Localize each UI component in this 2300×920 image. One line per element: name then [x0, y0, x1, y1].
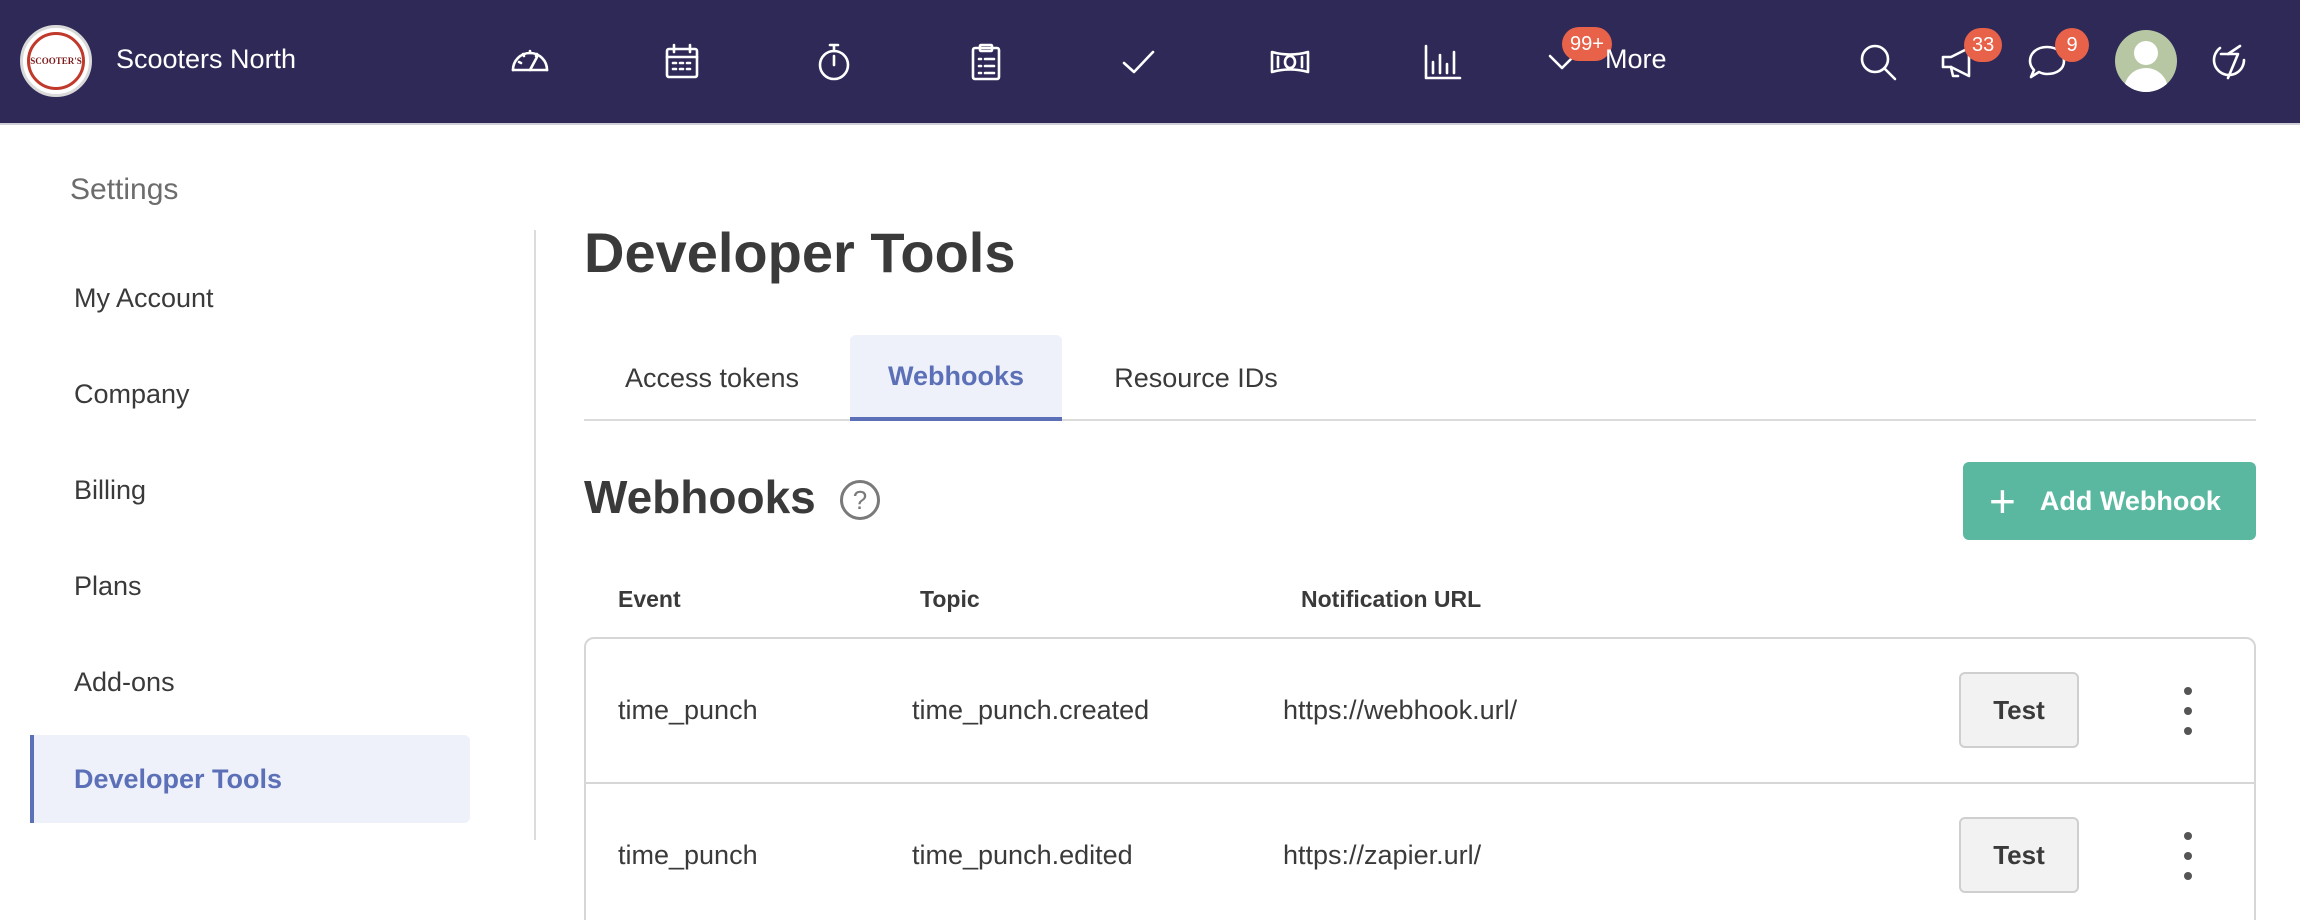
column-header-notification-url: Notification URL	[1301, 586, 1482, 612]
brand-seven-icon[interactable]	[2204, 38, 2252, 86]
calendar-icon[interactable]	[658, 38, 706, 86]
announcements-badge: 33	[1964, 28, 2003, 62]
add-webhook-button[interactable]: + Add Webhook	[1963, 462, 2256, 540]
sidebar-item-add-ons[interactable]: Add-ons	[30, 638, 470, 726]
column-header-event: Event	[618, 586, 681, 612]
stopwatch-icon[interactable]	[810, 38, 858, 86]
logo-text: SCOOTER'S	[27, 32, 85, 90]
dashboard-icon[interactable]	[506, 38, 554, 86]
help-icon[interactable]: ?	[840, 480, 880, 520]
clipboard-icon[interactable]	[962, 38, 1010, 86]
table-row: time_punch time_punch.edited https://zap…	[586, 782, 2254, 920]
user-avatar[interactable]	[2115, 30, 2177, 92]
tab-webhooks[interactable]: Webhooks	[850, 335, 1062, 421]
more-options-icon[interactable]	[2176, 832, 2200, 880]
test-button[interactable]: Test	[1959, 672, 2079, 748]
settings-title: Settings	[70, 173, 179, 206]
row-event: time_punch	[618, 695, 758, 725]
sidebar-item-plans[interactable]: Plans	[30, 542, 470, 630]
row-notification-url: https://webhook.url/	[1283, 695, 1518, 725]
section-title: Webhooks	[584, 471, 816, 523]
tab-access-tokens[interactable]: Access tokens	[584, 335, 840, 421]
sidebar-item-my-account[interactable]: My Account	[30, 254, 470, 342]
search-icon[interactable]	[1854, 38, 1902, 86]
table-row: time_punch time_punch.created https://we…	[586, 639, 2254, 782]
money-icon[interactable]	[1266, 38, 1314, 86]
plus-icon: +	[1989, 475, 2016, 527]
add-webhook-label: Add Webhook	[2039, 485, 2221, 516]
avatar-body	[2124, 68, 2168, 92]
sidebar-item-billing[interactable]: Billing	[30, 446, 470, 534]
company-name[interactable]: Scooters North	[116, 44, 296, 75]
messages-badge: 9	[2055, 28, 2089, 62]
webhooks-table: time_punch time_punch.created https://we…	[584, 637, 2256, 920]
tab-resource-ids[interactable]: Resource IDs	[1072, 335, 1320, 421]
page-title: Developer Tools	[584, 221, 1016, 284]
checkmark-icon[interactable]	[1114, 38, 1162, 86]
sidebar-item-company[interactable]: Company	[30, 350, 470, 438]
row-topic: time_punch.edited	[912, 840, 1133, 870]
row-topic: time_punch.created	[912, 695, 1150, 725]
more-options-icon[interactable]	[2176, 687, 2200, 735]
row-event: time_punch	[618, 840, 758, 870]
bar-chart-icon[interactable]	[1418, 38, 1466, 86]
column-header-topic: Topic	[920, 586, 980, 612]
more-menu[interactable]: More	[1605, 44, 1667, 75]
test-button[interactable]: Test	[1959, 817, 2079, 893]
tab-bar: Access tokens Webhooks Resource IDs	[584, 335, 2256, 421]
sidebar-item-developer-tools[interactable]: Developer Tools	[30, 735, 470, 823]
sidebar-divider	[534, 230, 536, 840]
company-logo[interactable]: SCOOTER'S	[20, 25, 92, 97]
row-notification-url: https://zapier.url/	[1283, 840, 1482, 870]
avatar-head	[2134, 41, 2158, 65]
top-navigation-bar: SCOOTER'S Scooters North 99+ More 33 9	[0, 0, 2300, 125]
